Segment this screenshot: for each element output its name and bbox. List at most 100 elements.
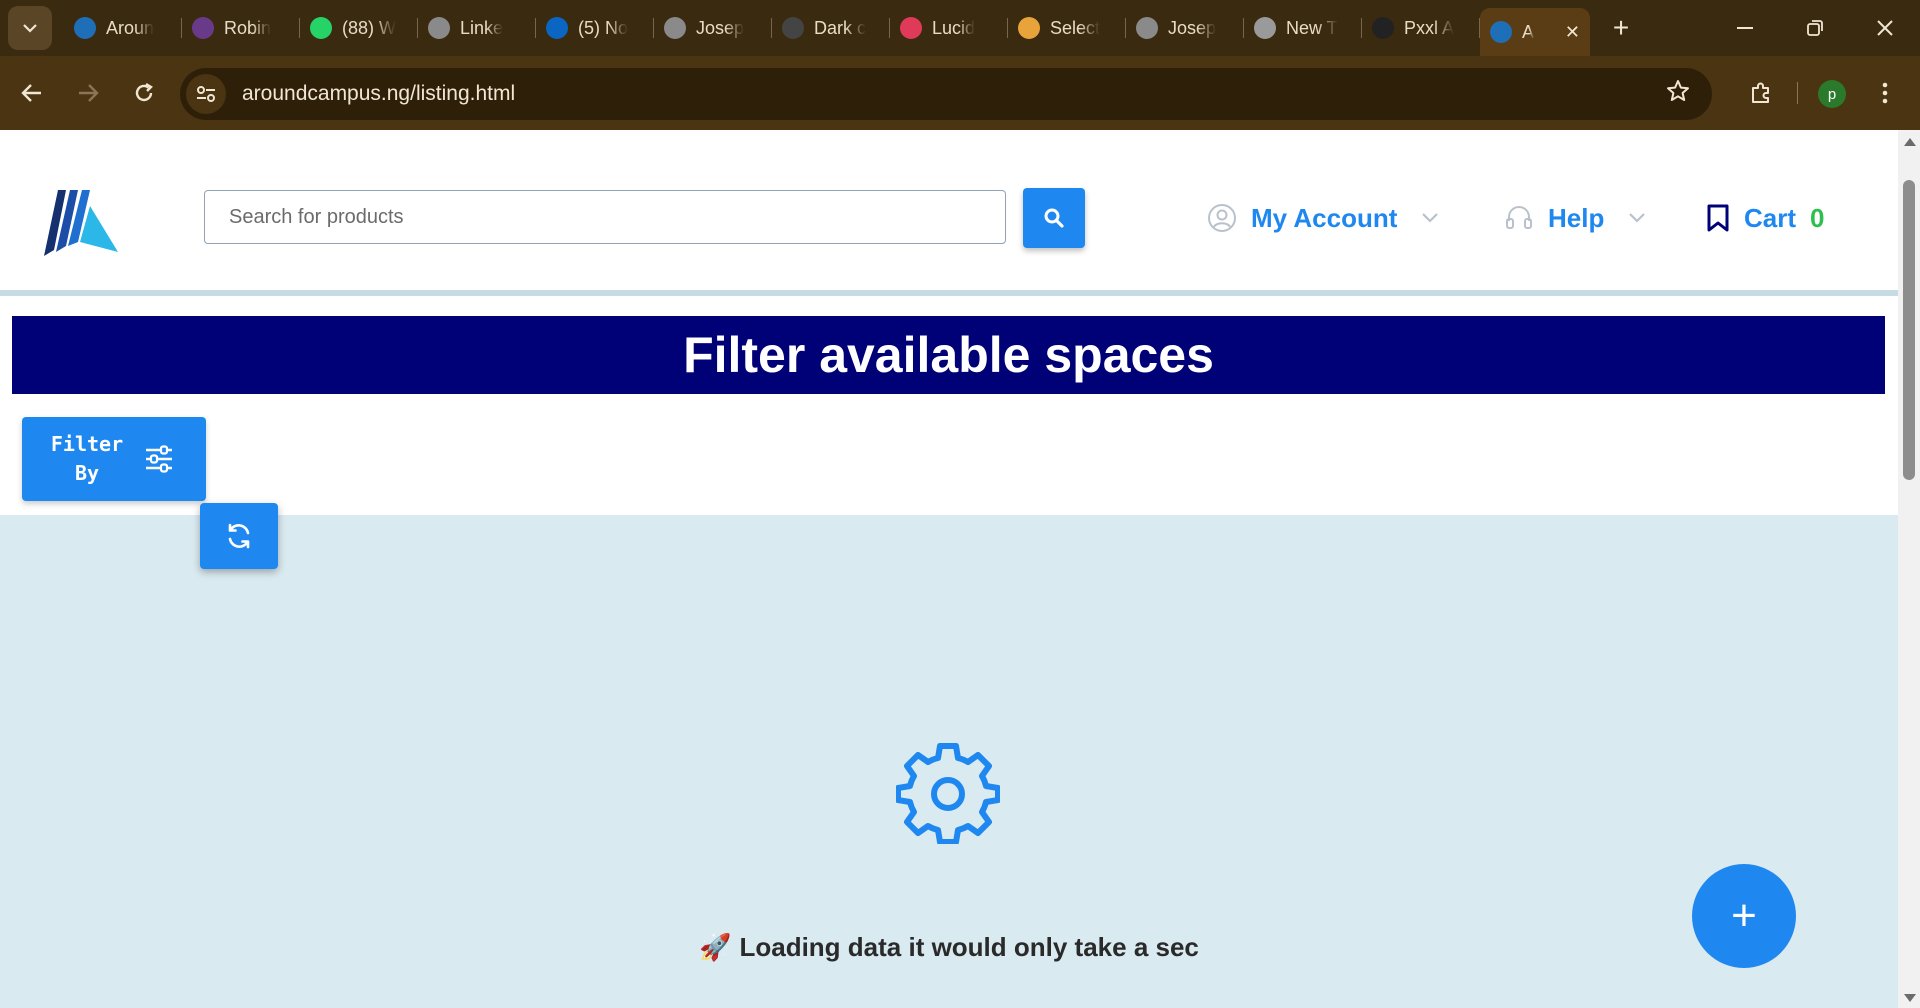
restore-button[interactable] xyxy=(1780,0,1850,56)
browser-tab[interactable]: (88) W xyxy=(300,8,418,48)
chrome-icon xyxy=(1254,17,1276,39)
profile-avatar[interactable]: p xyxy=(1818,80,1846,108)
headset-icon xyxy=(1504,203,1534,233)
my-account-menu[interactable]: My Account xyxy=(1207,196,1439,240)
aroundcampus-logo-icon xyxy=(1490,21,1512,43)
tab-title: Pxxl A xyxy=(1404,17,1455,38)
toolbar-divider xyxy=(1797,82,1798,104)
browser-tab[interactable]: Pxxl A xyxy=(1362,8,1480,48)
browser-tab-active[interactable]: A ✕ xyxy=(1480,8,1590,56)
page-scrollbar[interactable] xyxy=(1898,130,1920,1008)
browser-tab[interactable]: Josep xyxy=(1126,8,1244,48)
tab-title: Josep xyxy=(1168,17,1217,38)
linkedin-icon xyxy=(546,17,568,39)
user-circle-icon xyxy=(1207,203,1237,233)
tab-strip: Aroun Robin (88) W Linke (5) No Josep Dark c Lu… xyxy=(64,0,1590,56)
globe-icon xyxy=(1136,17,1158,39)
url-text[interactable]: aroundcampus.ng/listing.html xyxy=(242,82,515,106)
browser-tab[interactable]: Lucid xyxy=(890,8,1008,48)
browser-tab[interactable]: Aroun xyxy=(64,8,182,48)
cart-label: Cart xyxy=(1744,202,1797,233)
my-account-label: My Account xyxy=(1251,202,1398,233)
extensions-puzzle-icon[interactable] xyxy=(1738,70,1784,116)
tune-icon xyxy=(197,86,215,102)
scroll-down-arrow-icon[interactable] xyxy=(1904,994,1916,1002)
aroundcampus-logo-icon[interactable] xyxy=(44,186,118,256)
chevron-down-icon xyxy=(23,24,37,33)
arrow-left-icon xyxy=(21,84,41,102)
more-menu-icon[interactable] xyxy=(1870,70,1900,116)
minimize-icon xyxy=(1737,27,1753,29)
refresh-button[interactable] xyxy=(200,503,278,569)
add-floating-button[interactable]: + xyxy=(1692,864,1796,968)
whatsapp-icon xyxy=(310,17,332,39)
bookmark-star-icon[interactable] xyxy=(1666,79,1690,110)
forward-button[interactable] xyxy=(64,69,112,117)
pxxl-icon xyxy=(1372,17,1394,39)
tab-title: Linke xyxy=(460,17,504,38)
tab-title: Dark c xyxy=(814,17,867,38)
cart-link[interactable]: Cart 0 xyxy=(1706,196,1824,240)
lucid-icon xyxy=(900,17,922,39)
tab-title: (88) W xyxy=(342,17,396,38)
gear-icon xyxy=(896,743,1000,844)
tab-title: New T xyxy=(1286,17,1338,38)
page-title: Filter available spaces xyxy=(12,316,1885,394)
avatar-icon xyxy=(192,17,214,39)
browser-tab[interactable]: Select xyxy=(1008,8,1126,48)
scroll-up-arrow-icon[interactable] xyxy=(1904,138,1916,146)
cart-count-badge: 0 xyxy=(1810,202,1825,233)
site-header: My Account Help Cart 0 xyxy=(0,138,1898,296)
browser-tab[interactable]: Linke xyxy=(418,8,536,48)
arrow-right-icon xyxy=(79,84,99,102)
bookmark-icon xyxy=(1706,203,1730,233)
openai-icon xyxy=(782,17,804,39)
browser-tab[interactable]: Josep xyxy=(654,8,772,48)
multicolor-logo-icon xyxy=(1018,17,1040,39)
tab-search-button[interactable] xyxy=(8,6,52,50)
help-label: Help xyxy=(1548,202,1605,233)
aroundcampus-logo-icon xyxy=(74,17,96,39)
loading-message: 🚀 Loading data it would only take a sec xyxy=(699,932,1199,963)
window-controls xyxy=(1710,0,1920,56)
close-tab-icon[interactable]: ✕ xyxy=(1565,22,1580,43)
tab-title: Lucid xyxy=(932,17,976,38)
browser-tab[interactable]: Dark c xyxy=(772,8,890,48)
restore-icon xyxy=(1807,20,1823,36)
browser-toolbar: aroundcampus.ng/listing.html p xyxy=(0,56,1920,130)
browser-tab[interactable]: (5) No xyxy=(536,8,654,48)
tab-title: (5) No xyxy=(578,17,629,38)
browser-tab[interactable]: New T xyxy=(1244,8,1362,48)
back-button[interactable] xyxy=(8,69,56,117)
close-icon xyxy=(1877,20,1893,36)
close-window-button[interactable] xyxy=(1850,0,1920,56)
reload-icon xyxy=(135,82,153,102)
help-menu[interactable]: Help xyxy=(1504,196,1646,240)
page-viewport: My Account Help Cart 0 Filter available … xyxy=(0,130,1898,1008)
search-icon xyxy=(1044,208,1064,228)
filter-by-button[interactable]: Filter By xyxy=(22,417,206,501)
filter-by-label: Filter By xyxy=(50,432,124,485)
reload-button[interactable] xyxy=(120,69,168,117)
tab-title: Aroun xyxy=(106,17,155,38)
tab-title: Select xyxy=(1050,17,1101,38)
new-tab-button[interactable]: + xyxy=(1606,12,1636,44)
search-button[interactable] xyxy=(1023,188,1085,248)
sliders-icon xyxy=(144,445,174,473)
scrollbar-thumb[interactable] xyxy=(1903,180,1915,480)
chevron-down-icon xyxy=(1628,212,1646,224)
site-info-button[interactable] xyxy=(186,74,226,114)
chevron-down-icon xyxy=(1421,212,1439,224)
browser-tabbar: Aroun Robin (88) W Linke (5) No Josep Dark c Lu… xyxy=(0,0,1920,56)
search-input[interactable] xyxy=(204,190,1006,244)
tab-title: A xyxy=(1522,21,1535,42)
refresh-icon xyxy=(228,523,250,549)
tab-title: Robin xyxy=(224,17,272,38)
browser-tab[interactable]: Robin xyxy=(182,8,300,48)
rocket-icon: 🚀 xyxy=(699,933,732,963)
address-bar[interactable]: aroundcampus.ng/listing.html xyxy=(180,68,1712,120)
minimize-button[interactable] xyxy=(1710,0,1780,56)
tab-title: Josep xyxy=(696,17,745,38)
globe-icon xyxy=(428,17,450,39)
globe-icon xyxy=(664,17,686,39)
